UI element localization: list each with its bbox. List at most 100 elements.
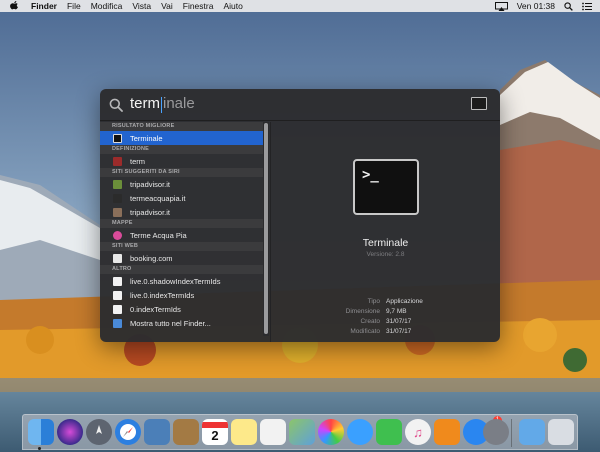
meta-row-created: Creato 31/07/17	[271, 318, 500, 327]
dock-ibooks-icon[interactable]	[434, 419, 460, 445]
menu-vista[interactable]: Vista	[132, 1, 151, 11]
spotlight-search-input[interactable]: term inale	[130, 95, 195, 115]
result-row-tripadvisor[interactable]: tripadvisor.it	[100, 177, 264, 191]
group-header-definition: DEFINIZIONE	[100, 145, 264, 154]
meta-key: Tipo	[367, 298, 380, 305]
result-label: tripadvisor.it	[130, 179, 171, 189]
meta-row-size: Dimensione 9,7 MB	[271, 308, 500, 317]
airplay-icon[interactable]	[494, 1, 508, 11]
result-row-booking[interactable]: booking.com	[100, 251, 264, 265]
tripadvisor-icon	[113, 179, 122, 189]
menu-aiuto[interactable]: Aiuto	[223, 1, 242, 11]
result-label: 0.indexTermIds	[130, 304, 181, 314]
dock-separator	[511, 419, 512, 447]
result-row-term[interactable]: term	[100, 154, 264, 168]
result-row-tripadvisor-2[interactable]: tripadvisor.it	[100, 205, 264, 219]
dock-safari-icon[interactable]	[115, 419, 141, 445]
apple-logo-icon[interactable]	[10, 1, 19, 11]
search-query-typed: term	[130, 95, 160, 112]
dock-downloads-icon[interactable]	[519, 419, 545, 445]
result-row-show-all-in-finder[interactable]: Mostra tutto nel Finder...	[100, 316, 264, 330]
result-row-terminale[interactable]: Terminale	[100, 131, 264, 145]
running-indicator	[38, 447, 41, 450]
dock-contacts-icon[interactable]	[173, 419, 199, 445]
meta-value: Applicazione	[386, 298, 423, 305]
result-row-termeacquapia[interactable]: termeacquapia.it	[100, 191, 264, 205]
map-pin-icon	[113, 230, 122, 240]
meta-value: 31/07/17	[386, 328, 412, 335]
dock-reminders-icon[interactable]	[260, 419, 286, 445]
terminal-prompt-glyph: >_	[362, 167, 379, 183]
result-label: termeacquapia.it	[130, 193, 186, 203]
booking-icon	[113, 253, 122, 263]
terminal-app-icon: >_	[353, 159, 419, 215]
document-icon	[113, 276, 122, 286]
text-caret	[161, 97, 162, 113]
results-scrollbar[interactable]	[263, 122, 269, 336]
result-label: tripadvisor.it	[130, 207, 171, 217]
dock-facetime-icon[interactable]	[376, 419, 402, 445]
result-row-shadowindex[interactable]: live.0.shadowIndexTermIds	[100, 274, 264, 288]
result-row-0-indextermids[interactable]: 0.indexTermIds	[100, 302, 264, 316]
tripadvisor-icon	[113, 207, 122, 217]
dock-itunes-icon[interactable]: ♫	[405, 419, 431, 445]
search-icon	[109, 98, 123, 112]
result-label: Mostra tutto nel Finder...	[130, 318, 211, 328]
meta-row-modified: Modificato 31/07/17	[271, 328, 500, 337]
dock-launchpad-icon[interactable]	[86, 419, 112, 445]
result-row-terme-acqua-pia[interactable]: Terme Acqua Pia	[100, 228, 264, 242]
dock-messages-icon[interactable]	[347, 419, 373, 445]
dock-notes-icon[interactable]	[231, 419, 257, 445]
result-label: booking.com	[130, 253, 173, 263]
meta-row-type: Tipo Applicazione	[271, 298, 500, 307]
dictionary-icon	[113, 156, 122, 166]
globe-icon	[113, 193, 122, 203]
calendar-day: 2	[211, 427, 219, 443]
menu-finestra[interactable]: Finestra	[183, 1, 214, 11]
group-header-other: ALTRO	[100, 265, 264, 274]
spotlight-search-icon[interactable]	[564, 1, 573, 11]
scrollbar-thumb[interactable]	[264, 123, 268, 334]
group-header-best-result: RISULTATO MIGLIORE	[100, 122, 264, 131]
status-area: Ven 01:38	[486, 0, 592, 12]
dock-calendar-icon[interactable]: 2	[202, 419, 228, 445]
dock-trash-icon[interactable]	[548, 419, 574, 445]
result-label: term	[130, 156, 145, 166]
dock-maps-icon[interactable]	[289, 419, 315, 445]
meta-key: Creato	[360, 318, 380, 325]
document-icon	[113, 304, 122, 314]
menu-vai[interactable]: Vai	[161, 1, 173, 11]
menu-bar: Finder File Modifica Vista Vai Finestra …	[0, 0, 600, 12]
dock-siri-icon[interactable]	[57, 419, 83, 445]
group-header-websites: SITI WEB	[100, 242, 264, 251]
dock-finder-icon[interactable]	[28, 419, 54, 445]
search-query-completion: inale	[163, 95, 195, 112]
menu-app-name[interactable]: Finder	[31, 1, 57, 11]
result-label: Terme Acqua Pia	[130, 230, 187, 240]
meta-value: 31/07/17	[386, 318, 412, 325]
spotlight-window: term inale RISULTATO MIGLIORE Terminale …	[100, 89, 500, 342]
terminal-icon[interactable]	[471, 97, 487, 110]
result-label: live.0.shadowIndexTermIds	[130, 276, 221, 286]
result-row-indextermids[interactable]: live.0.indexTermIds	[100, 288, 264, 302]
result-label: live.0.indexTermIds	[130, 290, 195, 300]
dock-system-preferences-icon[interactable]	[483, 419, 509, 445]
preview-pane: >_ Terminale Versione: 2.8 Tipo Applicaz…	[271, 122, 500, 342]
result-label: Terminale	[130, 133, 163, 143]
preview-app-name: Terminale	[362, 237, 409, 249]
dock-photos-app-icon[interactable]	[144, 419, 170, 445]
meta-key: Modificato	[350, 328, 380, 335]
menu-clock[interactable]: Ven 01:38	[517, 1, 555, 11]
dock-photos-icon[interactable]	[318, 419, 344, 445]
notification-center-icon[interactable]	[582, 2, 592, 11]
meta-key: Dimensione	[345, 308, 380, 315]
group-header-maps: MAPPE	[100, 219, 264, 228]
document-icon	[113, 290, 122, 300]
preview-app-version: Versione: 2.8	[366, 251, 405, 258]
group-header-siri-sites: SITI SUGGERITI DA SIRI	[100, 168, 264, 177]
finder-icon	[113, 318, 122, 328]
menu-file[interactable]: File	[67, 1, 81, 11]
menu-modifica[interactable]: Modifica	[91, 1, 123, 11]
spotlight-search-bar: term inale	[100, 89, 500, 121]
meta-value: 9,7 MB	[386, 308, 407, 315]
